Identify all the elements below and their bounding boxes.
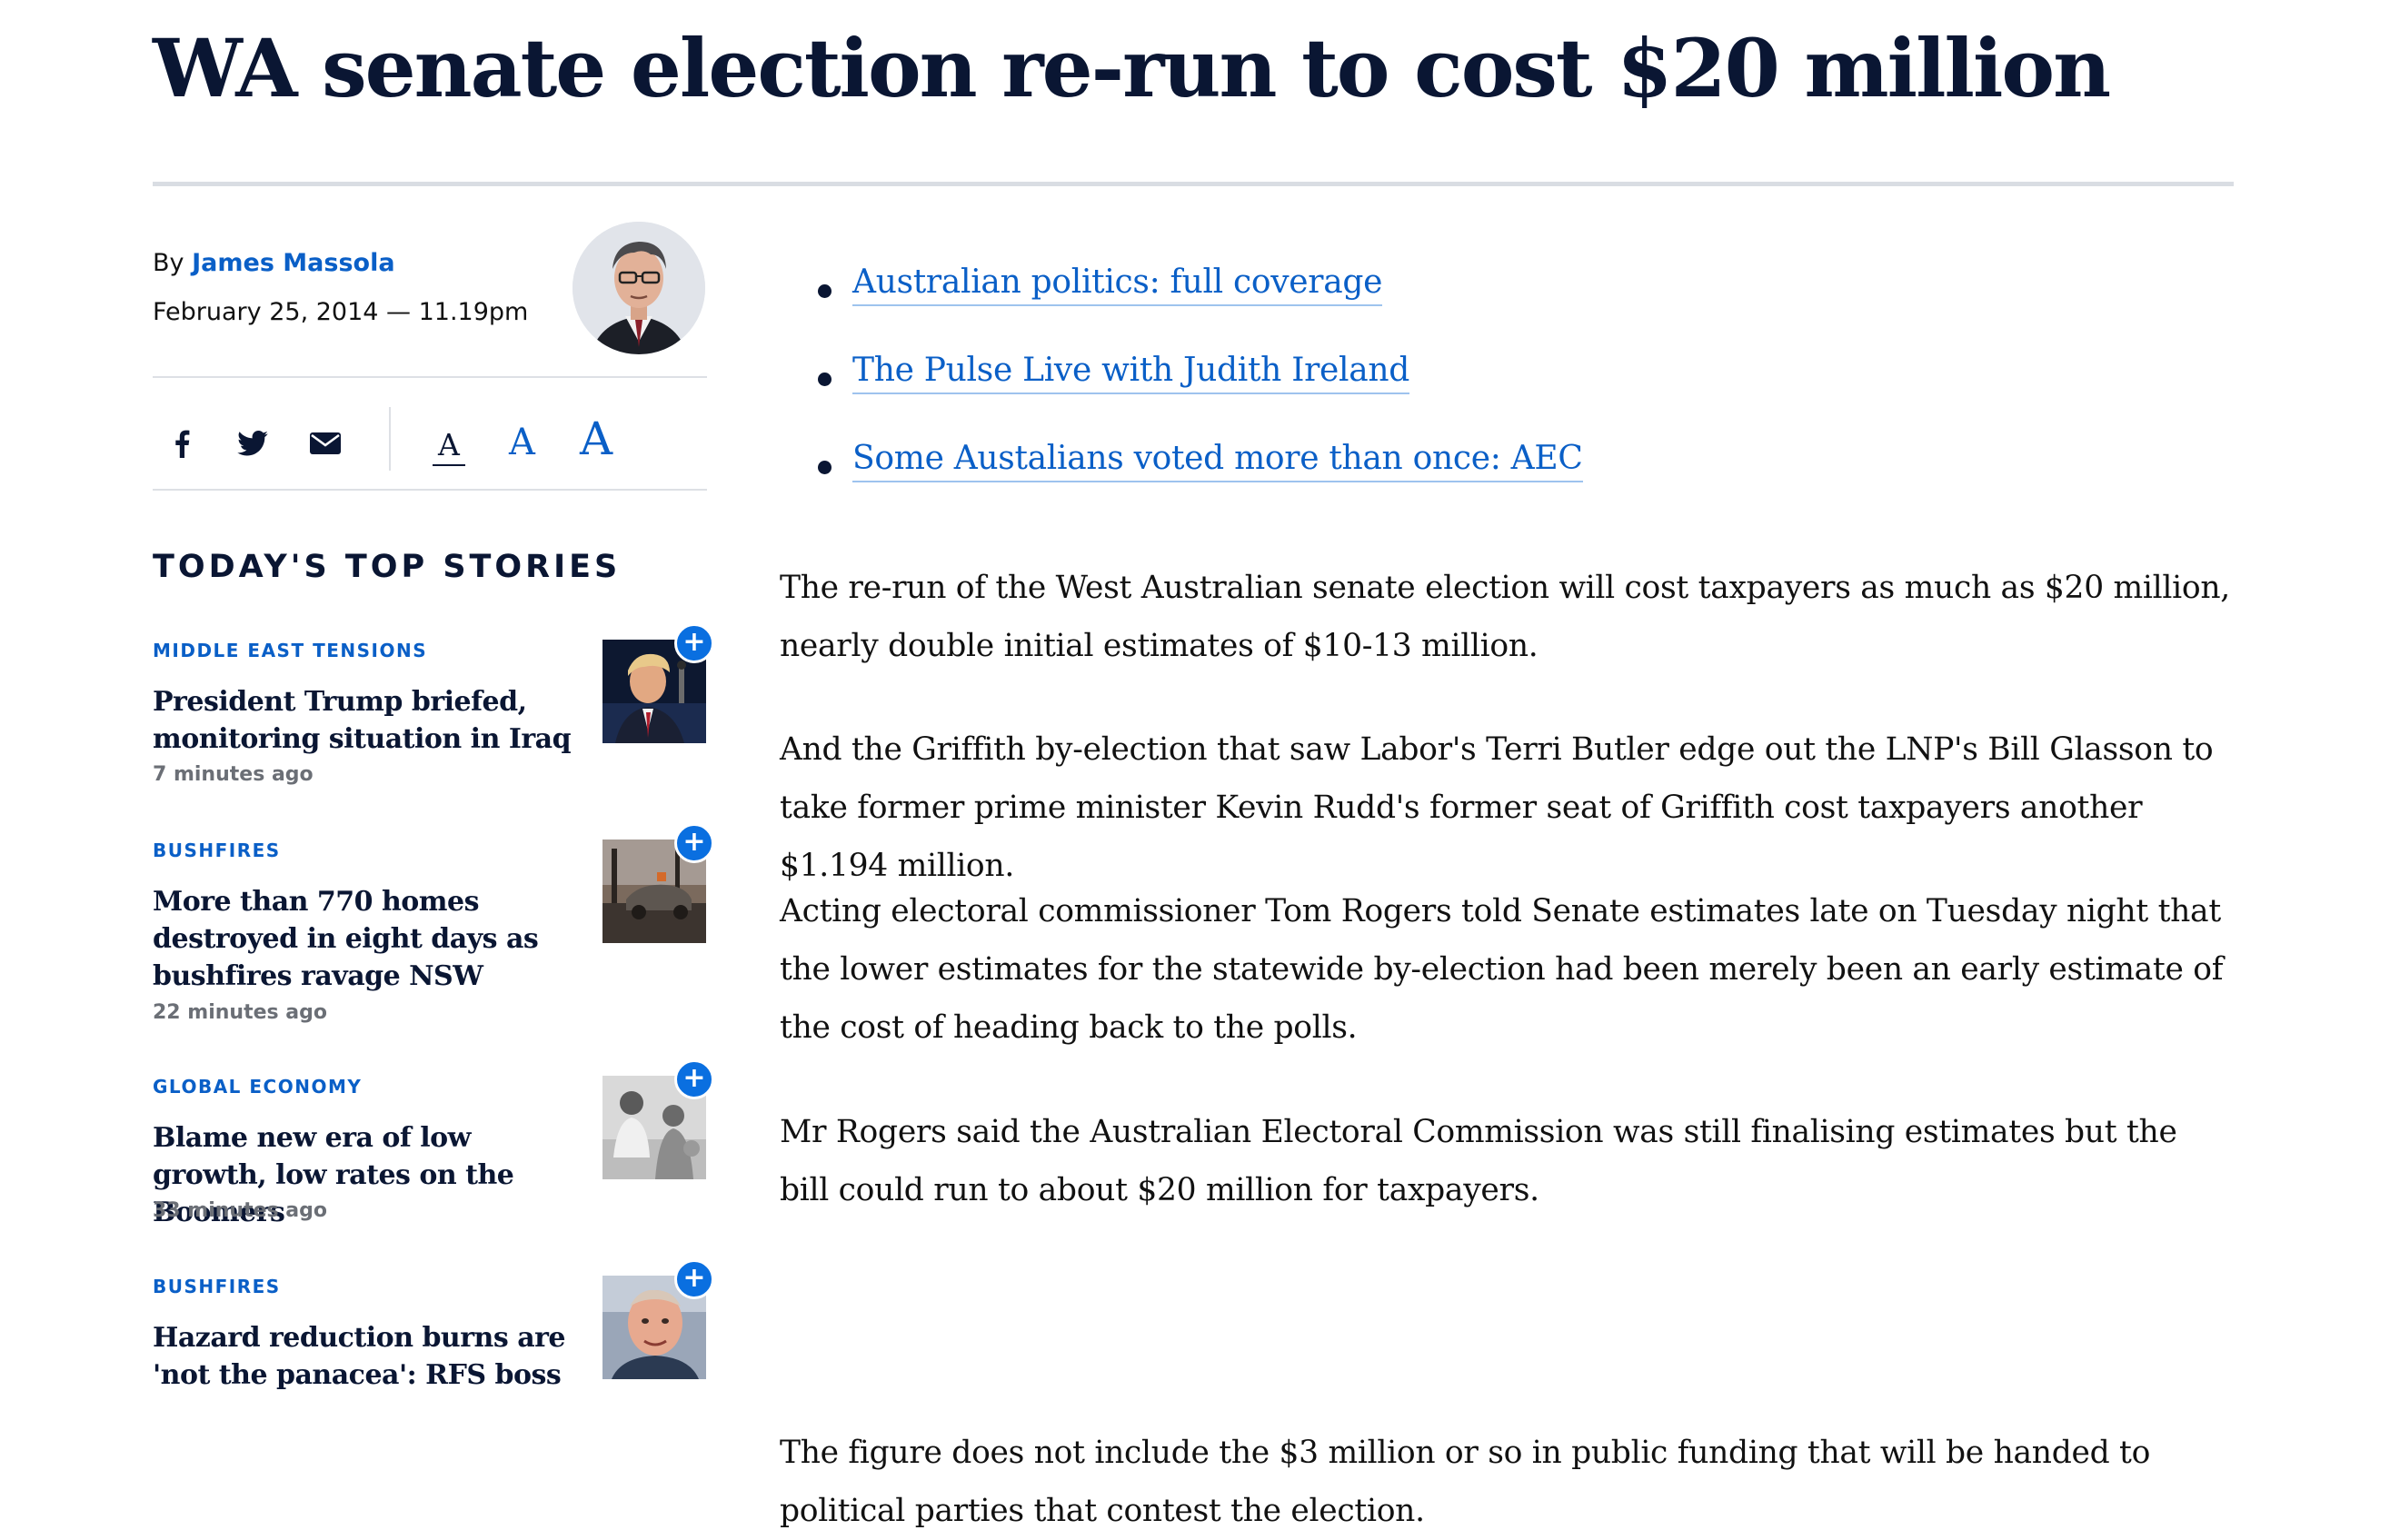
bullet-icon: [818, 284, 832, 298]
article-paragraph: Mr Rogers said the Australian Electoral …: [780, 1114, 2177, 1208]
publish-date: February 25, 2014 — 11.19pm: [153, 298, 529, 326]
byline-divider: [153, 376, 707, 378]
font-size-small-button[interactable]: A: [433, 427, 465, 466]
story-timestamp: 22 minutes ago: [153, 1001, 327, 1024]
top-story-item[interactable]: BUSHFIRES More than 770 homes destroyed …: [153, 823, 714, 1024]
related-link[interactable]: Some Austalians voted more than once: AE…: [852, 440, 1583, 482]
article-paragraph: And the Griffith by-election that saw La…: [780, 731, 2214, 884]
top-stories-heading: TODAY'S TOP STORIES: [153, 549, 622, 585]
font-size-medium-button[interactable]: A: [509, 422, 535, 463]
story-title[interactable]: Hazard reduction burns are 'not the pana…: [153, 1319, 584, 1394]
byline-prefix: By: [153, 249, 184, 277]
related-link[interactable]: Australian politics: full coverage: [852, 263, 1382, 306]
story-title[interactable]: More than 770 homes destroyed in eight d…: [153, 883, 584, 995]
story-timestamp: 7 minutes ago: [153, 763, 314, 786]
bullet-icon: [818, 373, 832, 386]
article-paragraph: Acting electoral commissioner Tom Rogers…: [780, 893, 2224, 1046]
bullet-icon: [818, 461, 832, 474]
author-link[interactable]: James Massola: [192, 249, 394, 277]
email-icon[interactable]: [307, 423, 344, 463]
add-story-button[interactable]: +: [674, 823, 714, 863]
add-story-button[interactable]: +: [674, 623, 714, 663]
headline-divider: [153, 182, 2234, 186]
toolbar-bottom-divider: [153, 489, 707, 491]
article-headline: WA senate election re-run to cost $20 mi…: [153, 21, 2111, 115]
related-link[interactable]: The Pulse Live with Judith Ireland: [852, 352, 1409, 394]
add-story-button[interactable]: +: [674, 1059, 714, 1099]
facebook-icon[interactable]: [165, 423, 198, 463]
twitter-icon[interactable]: [233, 423, 273, 463]
related-link-item: The Pulse Live with Judith Ireland: [818, 352, 1583, 440]
article-paragraph: The re-run of the West Australian senate…: [780, 570, 2230, 664]
related-links-list: Australian politics: full coverage The P…: [818, 263, 1583, 528]
related-link-item: Some Austalians voted more than once: AE…: [818, 440, 1583, 528]
font-size-large-button[interactable]: A: [580, 412, 612, 465]
top-story-item[interactable]: GLOBAL ECONOMY Blame new era of low grow…: [153, 1059, 714, 1228]
related-link-item: Australian politics: full coverage: [818, 263, 1583, 352]
story-title[interactable]: President Trump briefed, monitoring situ…: [153, 683, 584, 758]
toolbar-divider: [389, 407, 391, 471]
article-paragraph: The figure does not include the $3 milli…: [780, 1435, 2151, 1529]
byline: By James Massola: [153, 249, 395, 277]
story-timestamp: 33 minutes ago: [153, 1199, 327, 1222]
top-story-item[interactable]: BUSHFIRES Hazard reduction burns are 'no…: [153, 1259, 714, 1391]
author-avatar[interactable]: [573, 222, 705, 354]
add-story-button[interactable]: +: [674, 1259, 714, 1299]
share-toolbar: A A A: [153, 391, 707, 500]
top-story-item[interactable]: MIDDLE EAST TENSIONS President Trump bri…: [153, 623, 714, 786]
